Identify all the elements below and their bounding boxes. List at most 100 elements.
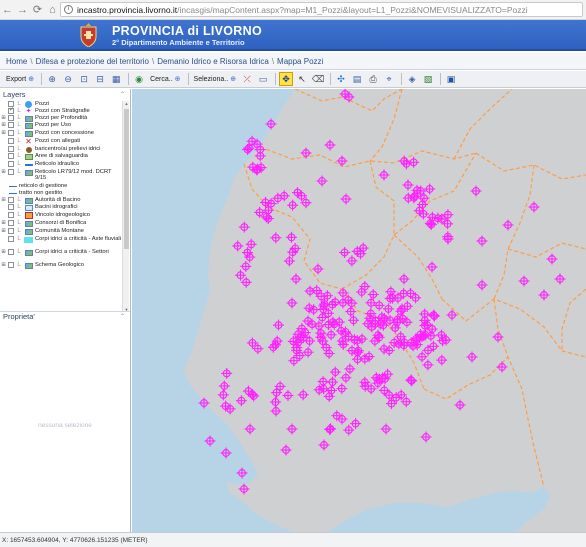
legend-toggle-icon[interactable]: L: [16, 249, 22, 255]
well-marker[interactable]: [343, 424, 355, 436]
layer-item[interactable]: L Aree di salvaguardia: [0, 153, 121, 160]
select-menu[interactable]: Seleziona.. ⊕: [192, 72, 239, 86]
well-marker[interactable]: [232, 240, 244, 252]
breadcrumb-difesa[interactable]: Difesa e protezione del territorio: [36, 57, 149, 66]
address-bar[interactable]: i incastro.provincia.livorno.it/incasgis…: [60, 2, 583, 17]
expand-icon[interactable]: ⊞: [0, 169, 7, 175]
legend-toggle-icon[interactable]: L: [16, 236, 22, 242]
well-marker[interactable]: [365, 297, 377, 309]
well-marker[interactable]: [336, 383, 348, 395]
full-extent-icon[interactable]: ▦: [109, 72, 123, 86]
expand-icon[interactable]: ⊞: [0, 228, 7, 234]
well-marker[interactable]: [325, 385, 337, 396]
layer-checkbox[interactable]: [8, 236, 14, 242]
well-marker[interactable]: [346, 255, 358, 267]
well-marker[interactable]: [280, 444, 292, 456]
layers-header[interactable]: Layers ⌃: [0, 89, 130, 99]
well-marker[interactable]: [383, 345, 395, 356]
well-marker[interactable]: [308, 304, 320, 316]
well-marker[interactable]: [273, 319, 284, 331]
expand-icon[interactable]: ⊞: [0, 249, 7, 255]
layer-checkbox[interactable]: [8, 115, 14, 121]
well-marker[interactable]: [476, 235, 488, 247]
well-marker[interactable]: [420, 431, 432, 443]
legend-toggle-icon[interactable]: L: [16, 220, 22, 226]
well-marker[interactable]: [325, 329, 337, 341]
expand-icon[interactable]: ⊞: [0, 220, 7, 226]
well-marker[interactable]: [518, 275, 530, 287]
layer-item[interactable]: ⊞ L Corpi idrici a criticità - Settori: [0, 249, 121, 256]
well-marker[interactable]: [270, 232, 282, 244]
well-marker[interactable]: [428, 310, 440, 322]
well-marker[interactable]: [476, 279, 488, 291]
breadcrumb-home[interactable]: Home: [6, 57, 27, 66]
scrollbar-thumb[interactable]: [124, 109, 129, 249]
well-marker[interactable]: [244, 423, 256, 435]
layer-checkbox[interactable]: [8, 161, 14, 167]
legend-toggle-icon[interactable]: L: [16, 204, 22, 210]
layer-item[interactable]: L Reticolo idraulico: [0, 161, 121, 168]
layer-item[interactable]: Lbaricentro/ai prelievi idrici: [0, 146, 121, 153]
expand-icon[interactable]: ⊞: [0, 197, 7, 203]
map-canvas[interactable]: [132, 89, 586, 532]
well-marker[interactable]: [436, 354, 448, 366]
layer-checkbox[interactable]: [8, 153, 14, 159]
well-marker[interactable]: [238, 483, 250, 495]
layer-checkbox[interactable]: [8, 212, 14, 218]
well-marker[interactable]: [466, 351, 478, 363]
well-marker[interactable]: [218, 380, 230, 392]
zoom-previous-icon[interactable]: ⊟: [93, 72, 107, 86]
well-marker[interactable]: [235, 395, 247, 407]
expand-icon[interactable]: ⊞: [0, 130, 7, 136]
well-marker[interactable]: [454, 399, 466, 411]
scroll-up-icon[interactable]: ▲: [123, 101, 130, 106]
map-svg[interactable]: [132, 89, 586, 532]
well-marker[interactable]: [311, 284, 323, 296]
well-marker[interactable]: [350, 418, 362, 430]
legend-toggle-icon[interactable]: L: [16, 122, 22, 128]
well-marker[interactable]: [470, 185, 482, 197]
layer-item[interactable]: ⊞ L Autorità di Bacino: [0, 197, 121, 204]
zoom-out-icon[interactable]: ⊖: [61, 72, 75, 86]
layer-item[interactable]: ⊞ L Pozzi per Profondità: [0, 115, 121, 122]
well-marker[interactable]: [546, 253, 558, 265]
layer-item[interactable]: L✦Pozzi con Stratigrafie: [0, 107, 121, 115]
info-icon[interactable]: i: [64, 5, 73, 14]
well-marker[interactable]: [324, 139, 336, 151]
eraser-icon[interactable]: ⌫: [311, 72, 325, 86]
well-marker[interactable]: [238, 221, 250, 233]
layer-checkbox[interactable]: [8, 138, 14, 144]
overview-icon[interactable]: ⌖: [382, 72, 396, 86]
well-marker[interactable]: [367, 289, 379, 300]
well-marker[interactable]: [316, 175, 328, 187]
legend-toggle-icon[interactable]: L: [16, 228, 22, 234]
well-marker[interactable]: [528, 201, 540, 213]
well-marker[interactable]: [340, 193, 352, 205]
layer-item[interactable]: L ✕ Pozzi con allegati: [0, 137, 121, 145]
reload-icon[interactable]: ⟳: [30, 1, 45, 19]
layer-checkbox[interactable]: [8, 262, 14, 268]
layer-list-icon[interactable]: ▤: [350, 72, 364, 86]
well-marker[interactable]: [554, 273, 566, 285]
well-marker[interactable]: [283, 255, 295, 267]
properties-header[interactable]: Proprieta' ⌃: [0, 311, 130, 321]
well-marker[interactable]: [356, 286, 368, 298]
layer-checkbox[interactable]: [8, 169, 14, 175]
home-icon[interactable]: ⌂: [45, 1, 60, 19]
layer-item[interactable]: ⊞ L Consorzi di Bonifica: [0, 220, 121, 227]
legend-toggle-icon[interactable]: L: [16, 115, 22, 121]
well-marker[interactable]: [286, 297, 298, 309]
layer-checkbox[interactable]: [8, 107, 14, 114]
legend-toggle-icon[interactable]: L: [16, 101, 22, 107]
well-marker[interactable]: [442, 233, 454, 245]
layer-checkbox[interactable]: [8, 197, 14, 203]
layer-item[interactable]: L Pozzi: [0, 101, 121, 108]
well-marker[interactable]: [502, 219, 514, 231]
well-marker[interactable]: [290, 273, 302, 285]
well-marker[interactable]: [336, 155, 348, 167]
well-marker[interactable]: [538, 289, 550, 301]
well-marker[interactable]: [217, 389, 229, 401]
well-marker[interactable]: [282, 390, 294, 401]
well-marker[interactable]: [327, 376, 338, 388]
layer-item[interactable]: L Vincolo idrogeologico: [0, 212, 121, 219]
